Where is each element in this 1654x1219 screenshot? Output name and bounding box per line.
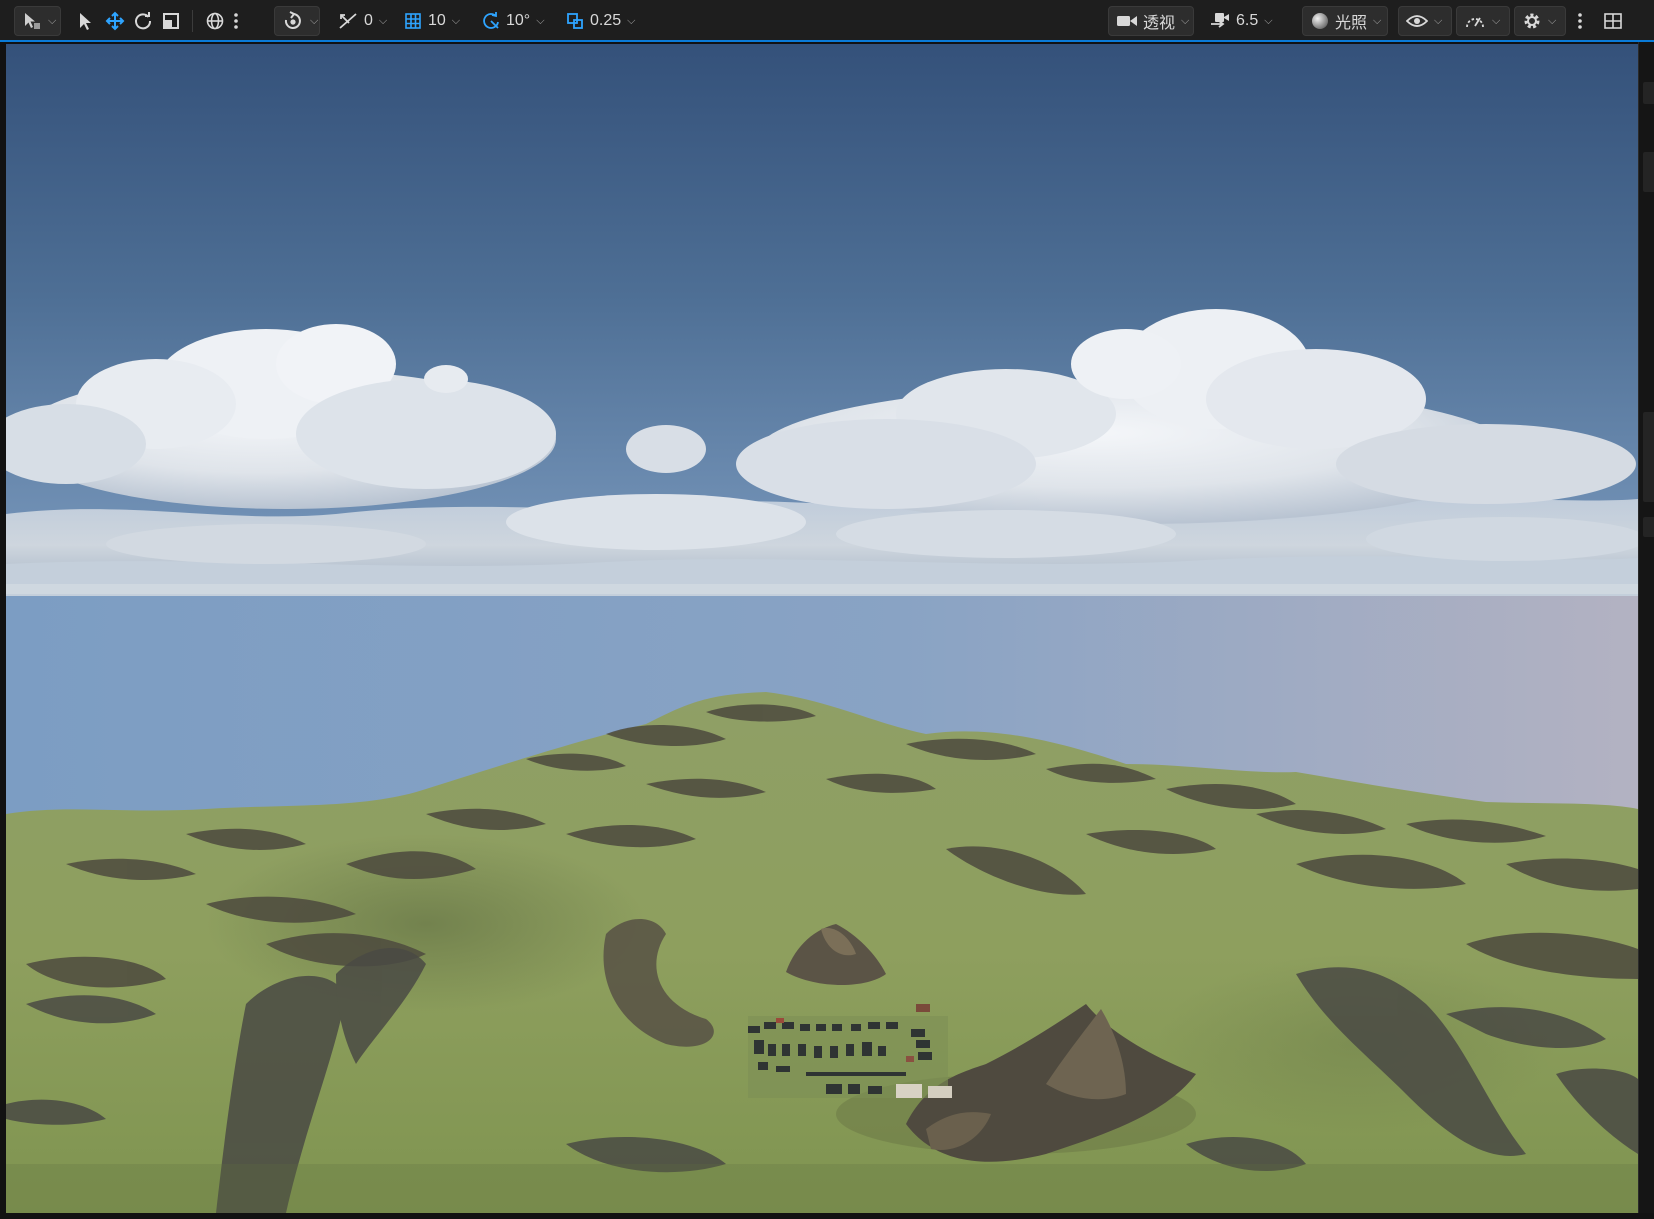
vertical-dots-icon (233, 11, 239, 31)
chevron-down-icon: ⌵ (378, 14, 388, 27)
lit-sphere-icon (1310, 11, 1330, 31)
more-options-button[interactable] (226, 6, 244, 36)
panel-collapse-tab[interactable] (1643, 82, 1654, 104)
surface-snap-value: 0 (364, 12, 373, 29)
chevron-down-icon: ⌵ (1434, 14, 1443, 27)
select-mode-icon (22, 11, 42, 31)
surface-snapping-icon (337, 11, 359, 31)
chevron-down-icon: ⌵ (48, 14, 57, 27)
vertical-dots-icon (1577, 11, 1583, 31)
viewport-layout-icon (1603, 11, 1623, 31)
side-panel-edge (1638, 42, 1654, 1219)
show-flags-dropdown[interactable]: ⌵ (1398, 6, 1452, 36)
rotate-tool-button[interactable] (126, 6, 154, 36)
rotation-snap-icon (481, 11, 501, 31)
toolbar-divider (192, 10, 193, 32)
rotation-snap-value: 10° (506, 12, 531, 29)
viewport-settings-dropdown[interactable]: ⌵ (1514, 6, 1566, 36)
panel-tab[interactable] (1643, 412, 1654, 502)
performance-dropdown[interactable]: ⌵ (1456, 6, 1510, 36)
level-viewport[interactable] (6, 44, 1638, 1213)
grid-snap-toggle[interactable]: 10 ⌵ (396, 6, 466, 36)
viewport-more-button[interactable] (1570, 6, 1588, 36)
scale-snap-value: 0.25 (590, 12, 622, 29)
camera-speed-icon (1209, 11, 1231, 31)
translate-arrows-icon (105, 11, 125, 31)
scene-render (6, 44, 1638, 1213)
chevron-down-icon: ⌵ (310, 14, 319, 27)
cursor-arrow-icon (77, 11, 93, 31)
view-mode-dropdown[interactable]: 透视 ⌵ (1108, 6, 1194, 36)
chevron-down-icon: ⌵ (451, 14, 461, 27)
rotate-icon (133, 11, 153, 31)
grid-snap-icon (403, 11, 423, 31)
translate-tool-button[interactable] (98, 6, 126, 36)
eye-icon (1406, 13, 1428, 29)
chevron-down-icon: ⌵ (1181, 14, 1190, 27)
select-mode-dropdown[interactable]: ⌵ (14, 6, 61, 36)
gear-icon (1522, 11, 1542, 31)
viewport-layout-button[interactable] (1596, 6, 1628, 36)
camera-speed-dropdown[interactable]: 6.5 ⌵ (1202, 6, 1273, 36)
scale-icon (161, 11, 181, 31)
chevron-down-icon: ⌵ (1373, 14, 1382, 27)
scale-snap-icon (565, 11, 585, 31)
coordinate-space-button[interactable] (198, 6, 226, 36)
viewport-toolbar: ⌵ ⌵ 0 ⌵ 10 ⌵ 10° ⌵ 0.25 ⌵ 透视 ⌵ 6.5 ⌵ 光照 … (0, 0, 1654, 42)
select-tool-button[interactable] (70, 6, 98, 36)
globe-icon (205, 11, 225, 31)
chevron-down-icon: ⌵ (1492, 14, 1501, 27)
surface-snapping-toggle[interactable]: 0 ⌵ (330, 6, 388, 36)
view-mode-label: 透视 (1143, 15, 1176, 32)
panel-tab[interactable] (1643, 152, 1654, 192)
rotation-snap-toggle[interactable]: 10° ⌵ (474, 6, 548, 36)
scale-snap-toggle[interactable]: 0.25 ⌵ (558, 6, 642, 36)
viewport-bottom-border (0, 1213, 1654, 1219)
camera-icon (1116, 13, 1138, 29)
chevron-down-icon: ⌵ (1548, 14, 1557, 27)
camera-speed-value: 6.5 (1236, 12, 1259, 29)
lighting-label: 光照 (1335, 15, 1368, 32)
chevron-down-icon: ⌵ (1264, 14, 1273, 27)
grid-snap-value: 10 (428, 12, 446, 29)
base-compound (748, 1004, 952, 1098)
speedometer-icon (1464, 12, 1486, 30)
panel-tab[interactable] (1643, 517, 1654, 537)
surface-snap-dropdown[interactable]: ⌵ (274, 6, 320, 36)
chevron-down-icon: ⌵ (536, 14, 545, 27)
scale-tool-button[interactable] (154, 6, 182, 36)
chevron-down-icon: ⌵ (627, 14, 636, 27)
surface-snap-icon (282, 11, 304, 31)
lighting-mode-dropdown[interactable]: 光照 ⌵ (1302, 6, 1388, 36)
